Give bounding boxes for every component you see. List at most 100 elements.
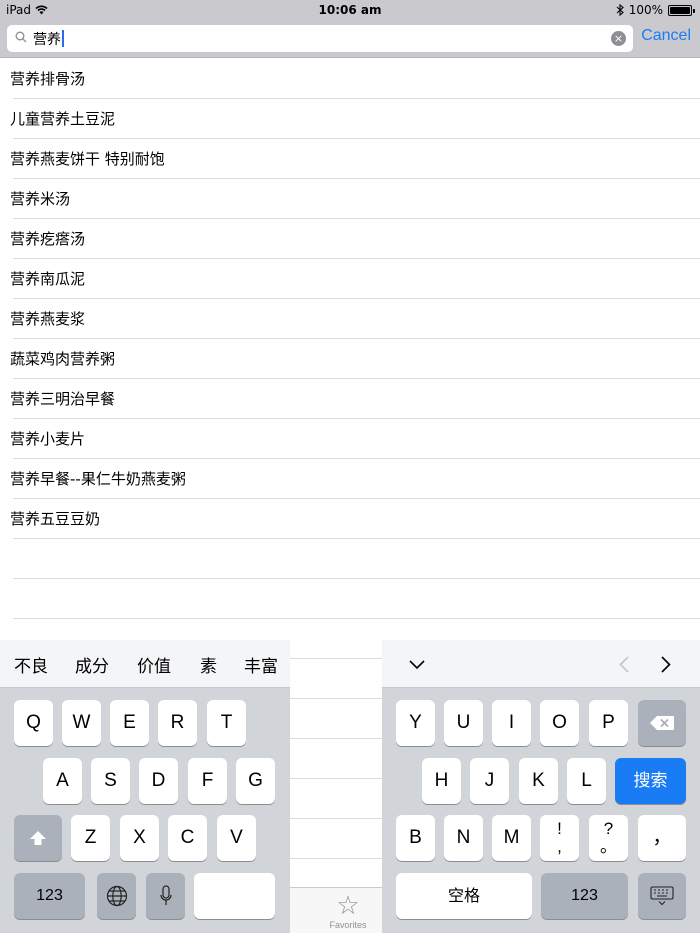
mic-key[interactable] — [146, 873, 185, 919]
list-item[interactable]: 营养五豆豆奶 — [0, 499, 700, 539]
status-bar: iPad 10:06 am 100% — [0, 0, 700, 20]
key-exclaim-comma[interactable]: ! , — [540, 815, 579, 861]
key-t[interactable]: T — [207, 700, 246, 746]
numbers-key-right[interactable]: 123 — [541, 873, 628, 919]
space-key-left[interactable] — [194, 873, 275, 919]
chevron-left-icon[interactable] — [619, 656, 629, 673]
candidate-word[interactable]: 价值 — [137, 652, 171, 677]
key-a[interactable]: A — [43, 758, 82, 804]
list-item[interactable]: 营养疙瘩汤 — [0, 219, 700, 259]
battery-percent: 100% — [628, 3, 663, 17]
key-u[interactable]: U — [444, 700, 483, 746]
key-h[interactable]: H — [422, 758, 461, 804]
key-m[interactable]: M — [492, 815, 531, 861]
key-q[interactable]: Q — [14, 700, 53, 746]
list-item-label: 营养南瓜泥 — [10, 270, 86, 288]
search-query: 营养 — [33, 31, 61, 48]
shift-icon — [30, 831, 46, 845]
list-item-label: 营养燕麦饼干 特别耐饱 — [10, 150, 165, 168]
list-item-label: 营养早餐--果仁牛奶燕麦粥 — [10, 470, 186, 488]
empty-row — [0, 579, 700, 619]
key-i[interactable]: I — [492, 700, 531, 746]
key-bottom-glyph: 。 — [600, 837, 617, 856]
shift-key[interactable] — [14, 815, 62, 861]
key-f[interactable]: F — [188, 758, 227, 804]
key-r[interactable]: R — [158, 700, 197, 746]
key-o[interactable]: O — [540, 700, 579, 746]
key-w[interactable]: W — [62, 700, 101, 746]
candidate-word[interactable]: 素 — [200, 652, 217, 677]
key-j[interactable]: J — [470, 758, 509, 804]
key-v[interactable]: V — [217, 815, 256, 861]
battery-icon — [668, 4, 695, 16]
star-icon: ☆ — [336, 891, 360, 921]
list-item-label: 营养米汤 — [10, 190, 71, 208]
key-top-glyph: ! — [557, 819, 562, 838]
candidate-nav-bar — [382, 640, 700, 688]
list-item-label: 营养疙瘩汤 — [10, 230, 86, 248]
list-item[interactable]: 儿童营养土豆泥 — [0, 99, 700, 139]
key-p[interactable]: P — [589, 700, 628, 746]
list-item[interactable]: 营养南瓜泥 — [0, 259, 700, 299]
key-c[interactable]: C — [168, 815, 207, 861]
empty-row — [0, 539, 700, 579]
candidate-word[interactable]: 不良 — [14, 652, 48, 677]
list-item[interactable]: 营养小麦片 — [0, 419, 700, 459]
list-item[interactable]: 营养早餐--果仁牛奶燕麦粥 — [0, 459, 700, 499]
key-x[interactable]: X — [120, 815, 159, 861]
list-item-label: 营养燕麦浆 — [10, 310, 86, 328]
numbers-key[interactable]: 123 — [14, 873, 85, 919]
delete-icon — [650, 716, 674, 730]
key-b[interactable]: B — [396, 815, 435, 861]
list-item[interactable]: 营养三明治早餐 — [0, 379, 700, 419]
globe-icon — [106, 885, 127, 907]
hide-keyboard-key[interactable] — [638, 873, 686, 919]
chevron-down-icon[interactable] — [409, 660, 425, 670]
key-y[interactable]: Y — [396, 700, 435, 746]
keyboard-left-half: 不良 成分 价值 素 丰富 Q W E R T A S D F G Z X C … — [0, 640, 290, 933]
key-fullwidth-comma[interactable]: ， — [638, 815, 686, 861]
search-key[interactable]: 搜索 — [615, 758, 686, 804]
cancel-button[interactable]: Cancel — [641, 27, 691, 45]
search-field[interactable]: 营养 × — [7, 25, 633, 52]
key-bottom-glyph: , — [557, 837, 562, 856]
globe-key[interactable] — [97, 873, 136, 919]
delete-key[interactable] — [638, 700, 686, 746]
list-item[interactable]: 营养米汤 — [0, 179, 700, 219]
space-key[interactable]: 空格 — [396, 873, 532, 919]
key-l[interactable]: L — [567, 758, 606, 804]
key-top-glyph: ? — [603, 819, 614, 838]
key-d[interactable]: D — [139, 758, 178, 804]
status-time: 10:06 am — [318, 3, 382, 17]
list-item-label: 营养排骨汤 — [10, 70, 86, 88]
list-item-label: 营养三明治早餐 — [10, 390, 116, 408]
clear-icon[interactable]: × — [611, 31, 626, 46]
list-item[interactable]: 蔬菜鸡肉营养粥 — [0, 339, 700, 379]
key-e[interactable]: E — [110, 700, 149, 746]
key-n[interactable]: N — [444, 815, 483, 861]
list-item-label: 营养小麦片 — [10, 430, 86, 448]
candidate-word[interactable]: 成分 — [75, 652, 109, 677]
tab-bar: ☆ Favorites — [290, 887, 382, 933]
text-cursor — [62, 30, 64, 47]
keyboard-right-half: Y U I O P H J K L 搜索 B N M ! , ? 。 ， 空格 … — [382, 640, 700, 933]
key-question-period[interactable]: ? 。 — [589, 815, 628, 861]
list-item[interactable]: 营养燕麦饼干 特别耐饱 — [0, 139, 700, 179]
chevron-right-icon[interactable] — [661, 656, 671, 673]
tab-favorites-label: Favorites — [329, 920, 367, 930]
list-item[interactable]: 营养燕麦浆 — [0, 299, 700, 339]
battery-fill — [670, 6, 690, 14]
list-item[interactable]: 营养排骨汤 — [0, 59, 700, 99]
key-g[interactable]: G — [236, 758, 275, 804]
search-icon — [15, 31, 27, 43]
key-z[interactable]: Z — [71, 815, 110, 861]
list-item-label: 儿童营养土豆泥 — [10, 110, 116, 128]
key-s[interactable]: S — [91, 758, 130, 804]
candidate-bar: 不良 成分 价值 素 丰富 — [0, 640, 290, 688]
search-input[interactable]: 营养 — [33, 28, 603, 49]
key-k[interactable]: K — [519, 758, 558, 804]
hide-keyboard-icon — [650, 886, 674, 906]
tab-favorites[interactable]: ☆ Favorites — [328, 892, 368, 930]
candidate-word[interactable]: 丰富 — [244, 652, 278, 677]
mic-icon — [159, 885, 172, 905]
